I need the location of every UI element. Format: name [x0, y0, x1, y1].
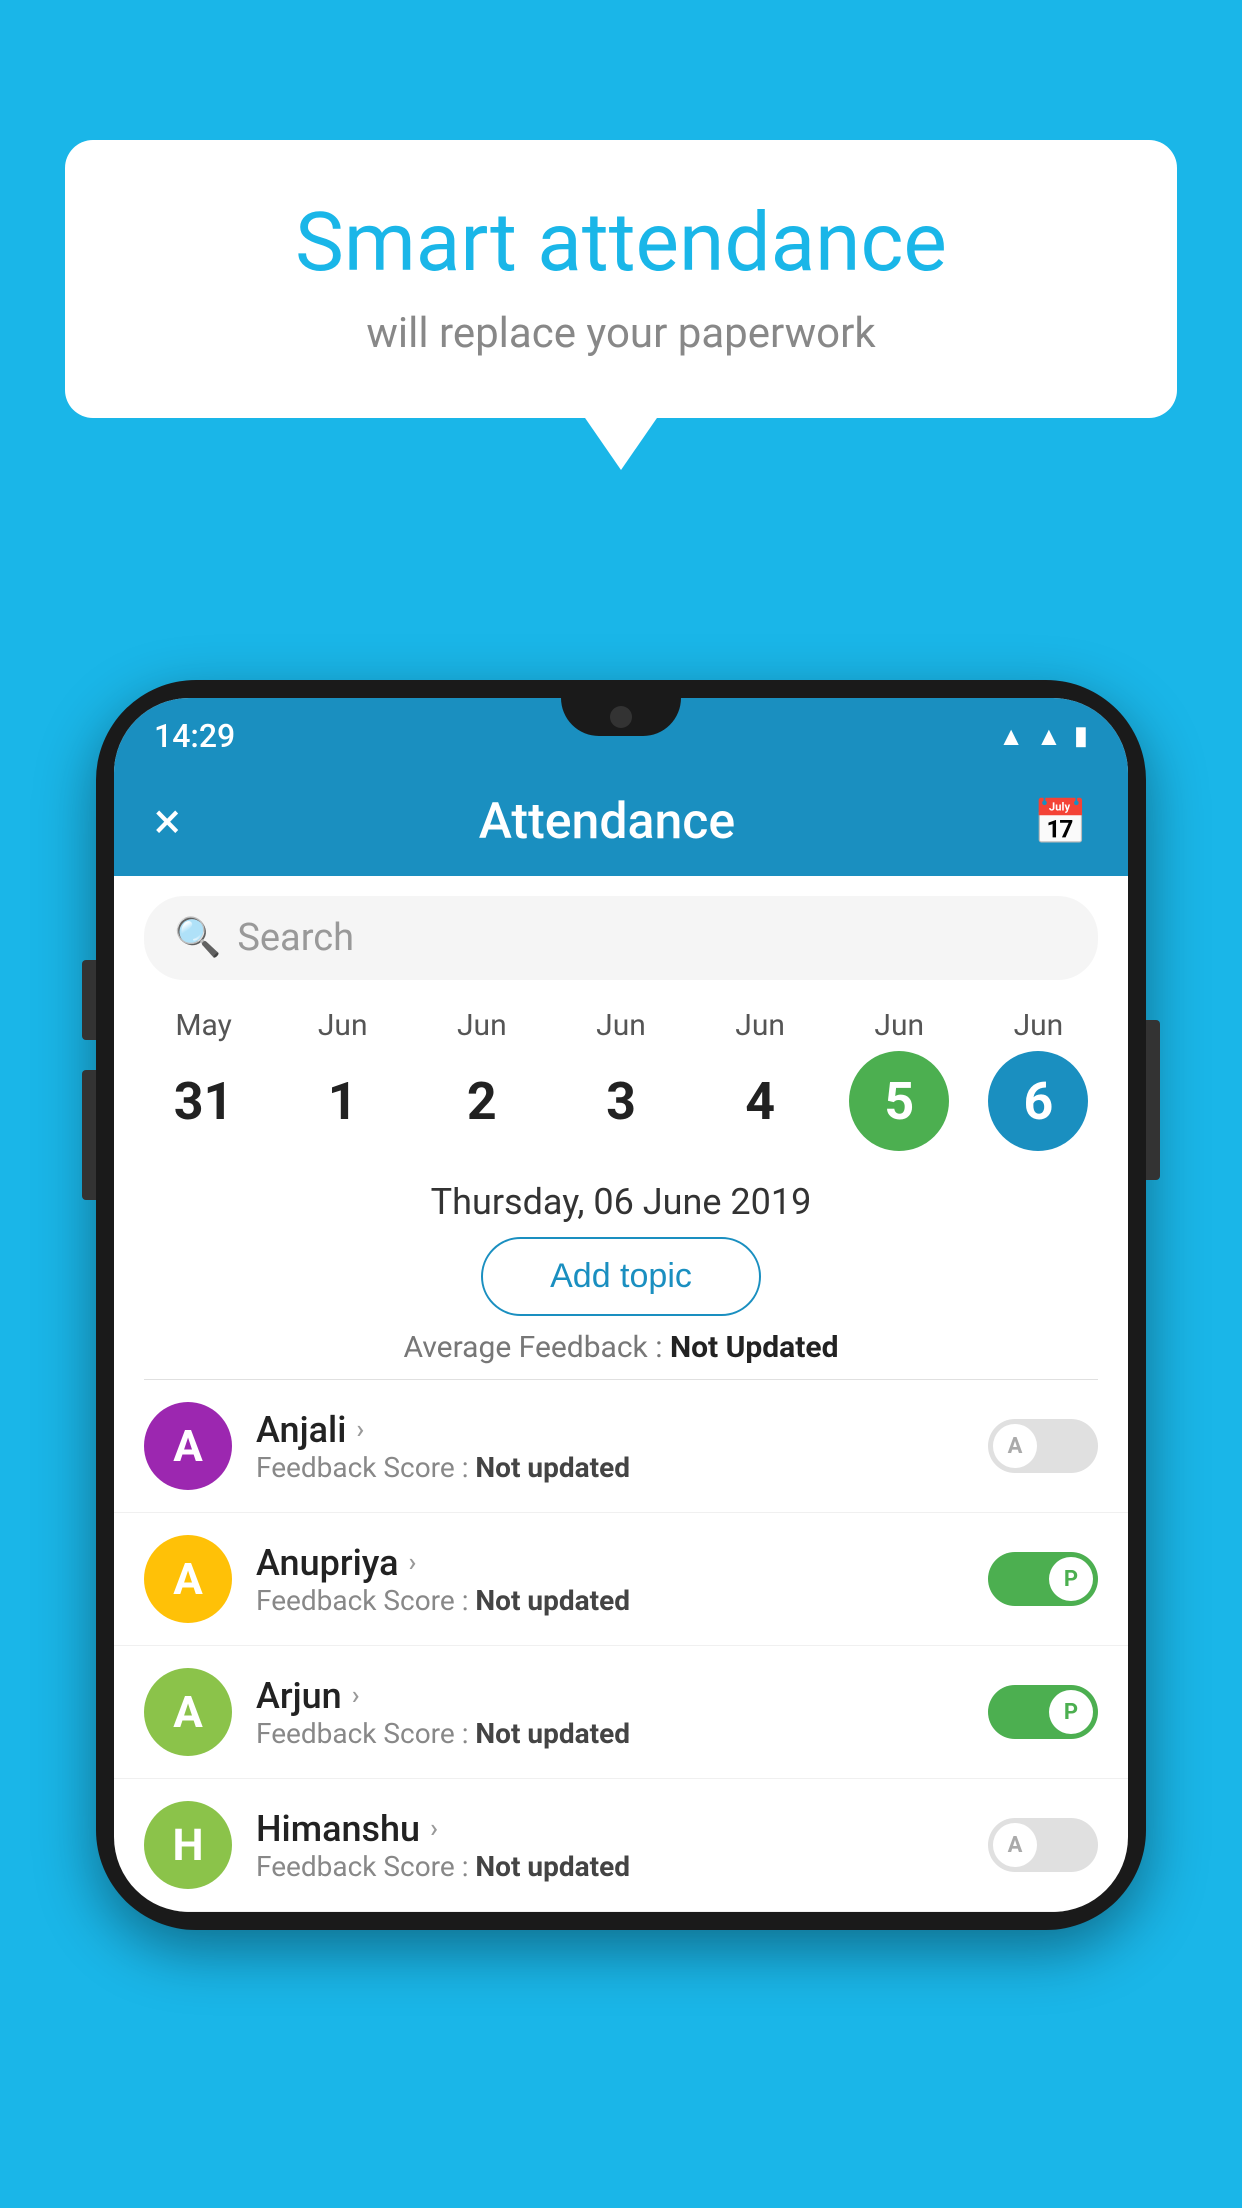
status-time: 14:29 [154, 717, 235, 755]
cal-month-5: Jun [834, 1008, 964, 1043]
wifi-icon: ▲ [998, 721, 1024, 752]
chevron-icon: › [356, 1415, 364, 1445]
student-avatar-1: A [144, 1535, 232, 1623]
student-feedback-3: Feedback Score : Not updated [256, 1850, 964, 1883]
student-name-2: Arjun › [256, 1675, 964, 1717]
avg-feedback-label: Average Feedback : [404, 1330, 663, 1365]
student-feedback-2: Feedback Score : Not updated [256, 1717, 964, 1750]
student-row-1[interactable]: A Anupriya › Feedback Score : Not update… [114, 1513, 1128, 1646]
cal-month-3: Jun [556, 1008, 686, 1043]
student-info-2: Arjun › Feedback Score : Not updated [256, 1675, 964, 1750]
toggle-track-0[interactable]: A [988, 1419, 1098, 1473]
attendance-toggle-2[interactable]: P [988, 1685, 1098, 1739]
month-row: May Jun Jun Jun Jun Jun Jun [134, 1008, 1108, 1043]
phone-frame: 14:29 ▲ ▲ ▮ × Attendance 📅 🔍 Search [96, 680, 1146, 1930]
toggle-track-2[interactable]: P [988, 1685, 1098, 1739]
student-row-2[interactable]: A Arjun › Feedback Score : Not updated P [114, 1646, 1128, 1779]
chevron-icon: › [352, 1681, 360, 1711]
cal-day-6[interactable]: 6 [973, 1051, 1103, 1151]
status-icons: ▲ ▲ ▮ [998, 721, 1088, 752]
search-bar[interactable]: 🔍 Search [144, 896, 1098, 980]
bubble-subtitle: will replace your paperwork [125, 309, 1117, 358]
app-bar: × Attendance 📅 [114, 768, 1128, 876]
student-name-1: Anupriya › [256, 1542, 964, 1584]
volume-down-button[interactable] [82, 1070, 96, 1200]
chevron-icon: › [430, 1814, 438, 1844]
student-feedback-1: Feedback Score : Not updated [256, 1584, 964, 1617]
app-bar-title: Attendance [479, 793, 736, 851]
student-info-0: Anjali › Feedback Score : Not updated [256, 1409, 964, 1484]
calendar-icon[interactable]: 📅 [1033, 796, 1088, 848]
student-feedback-0: Feedback Score : Not updated [256, 1451, 964, 1484]
student-name-3: Himanshu › [256, 1808, 964, 1850]
cal-day-4[interactable]: 4 [695, 1051, 825, 1151]
students-list: A Anjali › Feedback Score : Not updated … [114, 1380, 1128, 1912]
student-row-0[interactable]: A Anjali › Feedback Score : Not updated … [114, 1380, 1128, 1513]
close-button[interactable]: × [154, 793, 181, 851]
cal-day-2[interactable]: 2 [417, 1051, 547, 1151]
phone-camera [610, 706, 632, 728]
battery-icon: ▮ [1074, 721, 1088, 751]
toggle-knob-2: P [1049, 1690, 1093, 1734]
student-avatar-0: A [144, 1402, 232, 1490]
cal-day-1[interactable]: 1 [278, 1051, 408, 1151]
toggle-track-3[interactable]: A [988, 1818, 1098, 1872]
power-button[interactable] [1146, 1020, 1160, 1180]
toggle-knob-3: A [993, 1823, 1037, 1867]
selected-date: Thursday, 06 June 2019 [114, 1181, 1128, 1223]
toggle-knob-1: P [1049, 1557, 1093, 1601]
student-avatar-2: A [144, 1668, 232, 1756]
attendance-toggle-3[interactable]: A [988, 1818, 1098, 1872]
student-row-3[interactable]: H Himanshu › Feedback Score : Not update… [114, 1779, 1128, 1912]
toggle-knob-0: A [993, 1424, 1037, 1468]
signal-icon: ▲ [1036, 721, 1062, 752]
search-input-label[interactable]: Search [237, 916, 354, 960]
phone-wrapper: 14:29 ▲ ▲ ▮ × Attendance 📅 🔍 Search [96, 680, 1146, 1930]
cal-day-3[interactable]: 3 [556, 1051, 686, 1151]
student-name-0: Anjali › [256, 1409, 964, 1451]
speech-bubble: Smart attendance will replace your paper… [65, 140, 1177, 418]
avg-feedback-value: Not Updated [670, 1330, 839, 1365]
student-avatar-3: H [144, 1801, 232, 1889]
phone-screen: 14:29 ▲ ▲ ▮ × Attendance 📅 🔍 Search [114, 698, 1128, 1912]
toggle-track-1[interactable]: P [988, 1552, 1098, 1606]
cal-month-2: Jun [417, 1008, 547, 1043]
avg-feedback: Average Feedback : Not Updated [114, 1330, 1128, 1365]
bubble-title: Smart attendance [125, 195, 1117, 291]
add-topic-button[interactable]: Add topic [481, 1237, 761, 1316]
cal-month-4: Jun [695, 1008, 825, 1043]
day-row: 31123456 [134, 1051, 1108, 1151]
search-icon: 🔍 [174, 916, 221, 960]
student-info-1: Anupriya › Feedback Score : Not updated [256, 1542, 964, 1617]
cal-day-5[interactable]: 5 [834, 1051, 964, 1151]
phone-notch [561, 698, 681, 736]
chevron-icon: › [409, 1548, 417, 1578]
attendance-toggle-0[interactable]: A [988, 1419, 1098, 1473]
cal-month-6: Jun [973, 1008, 1103, 1043]
cal-day-0[interactable]: 31 [139, 1051, 269, 1151]
attendance-toggle-1[interactable]: P [988, 1552, 1098, 1606]
calendar-strip: May Jun Jun Jun Jun Jun Jun 31123456 [114, 998, 1128, 1171]
volume-up-button[interactable] [82, 960, 96, 1040]
student-info-3: Himanshu › Feedback Score : Not updated [256, 1808, 964, 1883]
cal-month-0: May [139, 1008, 269, 1043]
cal-month-1: Jun [278, 1008, 408, 1043]
